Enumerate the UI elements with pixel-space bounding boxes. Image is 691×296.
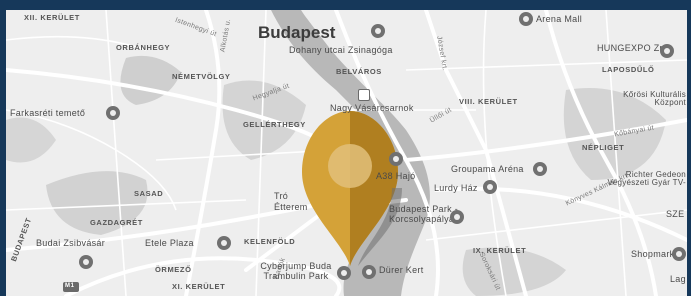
place-label: Richter Gedeon Vegyészeti Gyár TV- bbox=[607, 170, 686, 187]
highway-badge-label: M1 bbox=[65, 283, 75, 289]
district-label: ÖRMEZŐ bbox=[155, 265, 192, 274]
map-frame: M1 Budapest XII. KERÜLET ORBÁNHEGY NÉMET… bbox=[0, 0, 691, 296]
place-label: Lag bbox=[670, 274, 686, 284]
district-label: XI. KERÜLET bbox=[172, 282, 226, 291]
district-label: SASAD bbox=[134, 189, 164, 198]
shopmark-icon[interactable] bbox=[672, 247, 686, 261]
place-label: Dohany utcai Zsinagóga bbox=[289, 45, 393, 55]
place-label: Kőrösi Kulturális Központ bbox=[623, 90, 686, 107]
district-label: NÉPLIGET bbox=[582, 143, 625, 152]
mall-icon[interactable] bbox=[483, 180, 497, 194]
district-label: XII. KERÜLET bbox=[24, 13, 80, 22]
hungexpo-icon[interactable] bbox=[660, 44, 674, 58]
place-label: A38 Hajó bbox=[376, 171, 416, 181]
district-label: GAZDAGRÉT bbox=[90, 218, 143, 227]
map-canvas[interactable]: M1 Budapest XII. KERÜLET ORBÁNHEGY NÉMET… bbox=[6, 10, 687, 296]
place-label: Cyberjump Buda Trambulin Park bbox=[260, 261, 332, 281]
district-label: GELLÉRTHEGY bbox=[243, 120, 306, 129]
flea-market-icon[interactable] bbox=[79, 255, 93, 269]
district-label: ORBÁNHEGY bbox=[116, 43, 171, 52]
city-label: Budapest bbox=[258, 23, 336, 42]
place-label: Shopmark bbox=[631, 249, 675, 259]
place-label: SZE bbox=[666, 209, 685, 219]
synagogue-icon[interactable] bbox=[371, 24, 385, 38]
park-icon[interactable] bbox=[450, 210, 464, 224]
district-label: NÉMETVÖLGY bbox=[172, 72, 231, 81]
district-label: KELENFÖLD bbox=[244, 237, 296, 246]
place-label: HUNGEXPO Zrt bbox=[597, 43, 666, 53]
durer-kert-icon[interactable] bbox=[362, 265, 376, 279]
trampoline-park-icon[interactable] bbox=[337, 266, 351, 280]
boat-bar-icon[interactable] bbox=[389, 152, 403, 166]
shopping-icon[interactable] bbox=[519, 12, 533, 26]
place-label: Farkasréti temető bbox=[10, 108, 86, 118]
place-label: Budai Zsibvásár bbox=[36, 238, 106, 248]
district-label: VIII. KERÜLET bbox=[459, 97, 518, 106]
district-label: BELVÁROS bbox=[336, 67, 382, 76]
stadium-icon[interactable] bbox=[533, 162, 547, 176]
cemetery-icon[interactable] bbox=[106, 106, 120, 120]
place-label: Etele Plaza bbox=[145, 238, 194, 248]
place-label: Arena Mall bbox=[536, 14, 583, 24]
place-label: Tró Étterem bbox=[274, 191, 308, 212]
place-label: Lurdy Ház bbox=[434, 183, 478, 193]
place-label: Nagy Vásárcsarnok bbox=[330, 103, 414, 113]
etele-plaza-icon[interactable] bbox=[217, 236, 231, 250]
market-hall-icon[interactable] bbox=[358, 89, 370, 101]
place-label: Dürer Kert bbox=[379, 265, 424, 275]
place-label: LAPOSDŰLŐ bbox=[602, 65, 655, 74]
place-label: Groupama Aréna bbox=[451, 164, 524, 174]
